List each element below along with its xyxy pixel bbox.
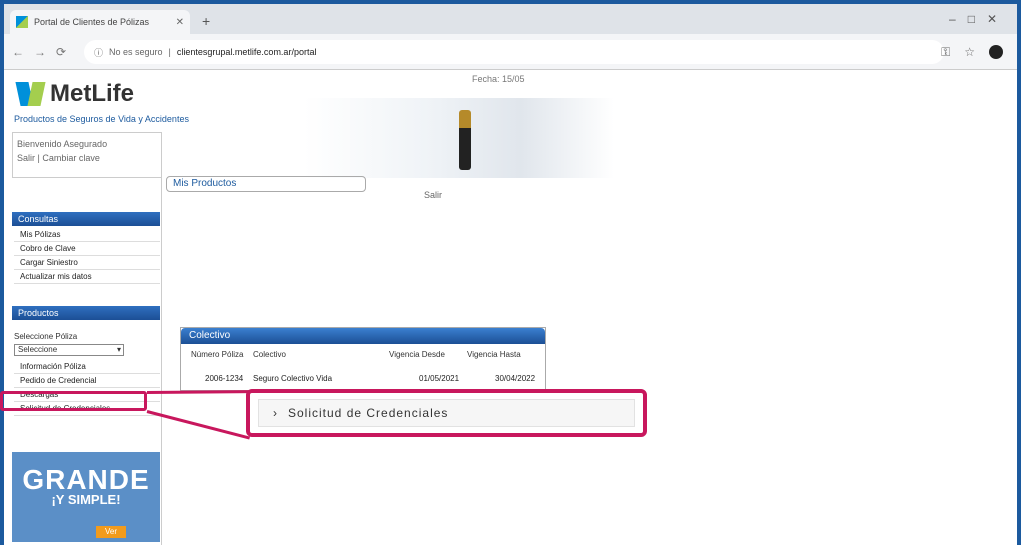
callout-content: › Solicitud de Credenciales	[258, 399, 635, 427]
security-label: No es seguro	[109, 47, 163, 57]
reload-icon[interactable]: ⟳	[56, 45, 66, 59]
browser-tools: ⚿ ☆	[941, 45, 1003, 60]
browser-tab-bar: Portal de Clientes de Pólizas ✕ + –□✕	[4, 4, 1017, 34]
cell-colectivo: Seguro Colectivo Vida	[253, 374, 333, 383]
colectivo-panel: Colectivo Número Póliza Colectivo Vigenc…	[180, 327, 546, 391]
cell-numero[interactable]: 2006-1234	[205, 374, 243, 383]
key-icon[interactable]: ⚿	[941, 45, 950, 60]
sidebar-item-actualizar-datos[interactable]: Actualizar mis datos	[14, 270, 160, 284]
pen-image	[459, 110, 471, 170]
col-colectivo: Colectivo	[253, 350, 286, 359]
brand-name: MetLife	[50, 80, 134, 107]
sidebar-item-cobro-clave[interactable]: Cobro de Clave	[14, 242, 160, 256]
metlife-logo[interactable]: MetLife	[18, 80, 134, 108]
page-content: MetLife Productos de Seguros de Vida y A…	[4, 70, 1017, 545]
sidebar-item-cargar-siniestro[interactable]: Cargar Siniestro	[14, 256, 160, 270]
info-icon[interactable]: ⓘ	[94, 46, 103, 59]
col-vigencia-hasta: Vigencia Hasta	[467, 350, 521, 359]
select-poliza-label: Seleccione Póliza	[14, 332, 78, 341]
date-label: Fecha: 15/05	[472, 74, 525, 84]
tab-title: Portal de Clientes de Pólizas	[34, 17, 150, 27]
salir-link[interactable]: Salir	[424, 190, 442, 200]
section-consultas-header[interactable]: Consultas	[12, 212, 160, 226]
forward-icon[interactable]: →	[34, 45, 46, 59]
url-input[interactable]: ⓘ No es seguro | clientesgrupal.metlife.…	[84, 40, 944, 64]
highlight-box	[0, 391, 147, 411]
cell-desde: 01/05/2021	[419, 374, 460, 383]
user-links[interactable]: Salir | Cambiar clave	[17, 151, 157, 165]
window-controls[interactable]: –□✕	[949, 12, 1009, 26]
cell-hasta: 30/04/2022	[495, 374, 536, 383]
promo-badge[interactable]: Ver	[96, 526, 126, 538]
sidebar-item-pedido-credencial[interactable]: Pedido de Credencial	[14, 374, 160, 388]
new-tab-icon[interactable]: +	[202, 13, 210, 29]
welcome-text: Bienvenido Asegurado	[17, 139, 108, 149]
panel-title: Colectivo	[181, 328, 545, 344]
user-box: Bienvenido Asegurado Salir | Cambiar cla…	[12, 132, 162, 178]
zoom-callout: › Solicitud de Credenciales	[246, 389, 647, 437]
url-text: clientesgrupal.metlife.com.ar/portal	[176, 47, 317, 57]
profile-avatar[interactable]	[989, 45, 1003, 59]
sidebar-item-informacion-poliza[interactable]: Información Póliza	[14, 360, 160, 374]
metlife-m-icon	[18, 82, 44, 106]
poliza-select[interactable]: Seleccione	[14, 344, 124, 356]
promo-banner[interactable]: GRANDE ¡Y SIMPLE! Ver	[12, 452, 160, 542]
close-tab-icon[interactable]: ✕	[176, 17, 184, 28]
col-vigencia-desde: Vigencia Desde	[389, 350, 445, 359]
section-productos-header[interactable]: Productos	[12, 306, 160, 320]
col-numero-poliza: Número Póliza	[191, 350, 244, 359]
tagline: Productos de Seguros de Vida y Accidente…	[14, 114, 189, 124]
star-icon[interactable]: ☆	[964, 45, 975, 60]
sidebar-item-mis-polizas[interactable]: Mis Pólizas	[14, 228, 160, 242]
browser-tab[interactable]: Portal de Clientes de Pólizas ✕	[10, 10, 190, 34]
address-bar: ← → ⟳ ⓘ No es seguro | clientesgrupal.me…	[4, 34, 1017, 70]
mis-productos-tab[interactable]: Mis Productos	[166, 176, 366, 192]
metlife-favicon-icon	[16, 16, 28, 28]
back-icon[interactable]: ←	[12, 45, 24, 59]
sidebar: Consultas Mis Pólizas Cobro de Clave Car…	[8, 178, 162, 545]
callout-text: Solicitud de Credenciales	[288, 406, 449, 420]
bullet-icon: ›	[273, 406, 278, 420]
